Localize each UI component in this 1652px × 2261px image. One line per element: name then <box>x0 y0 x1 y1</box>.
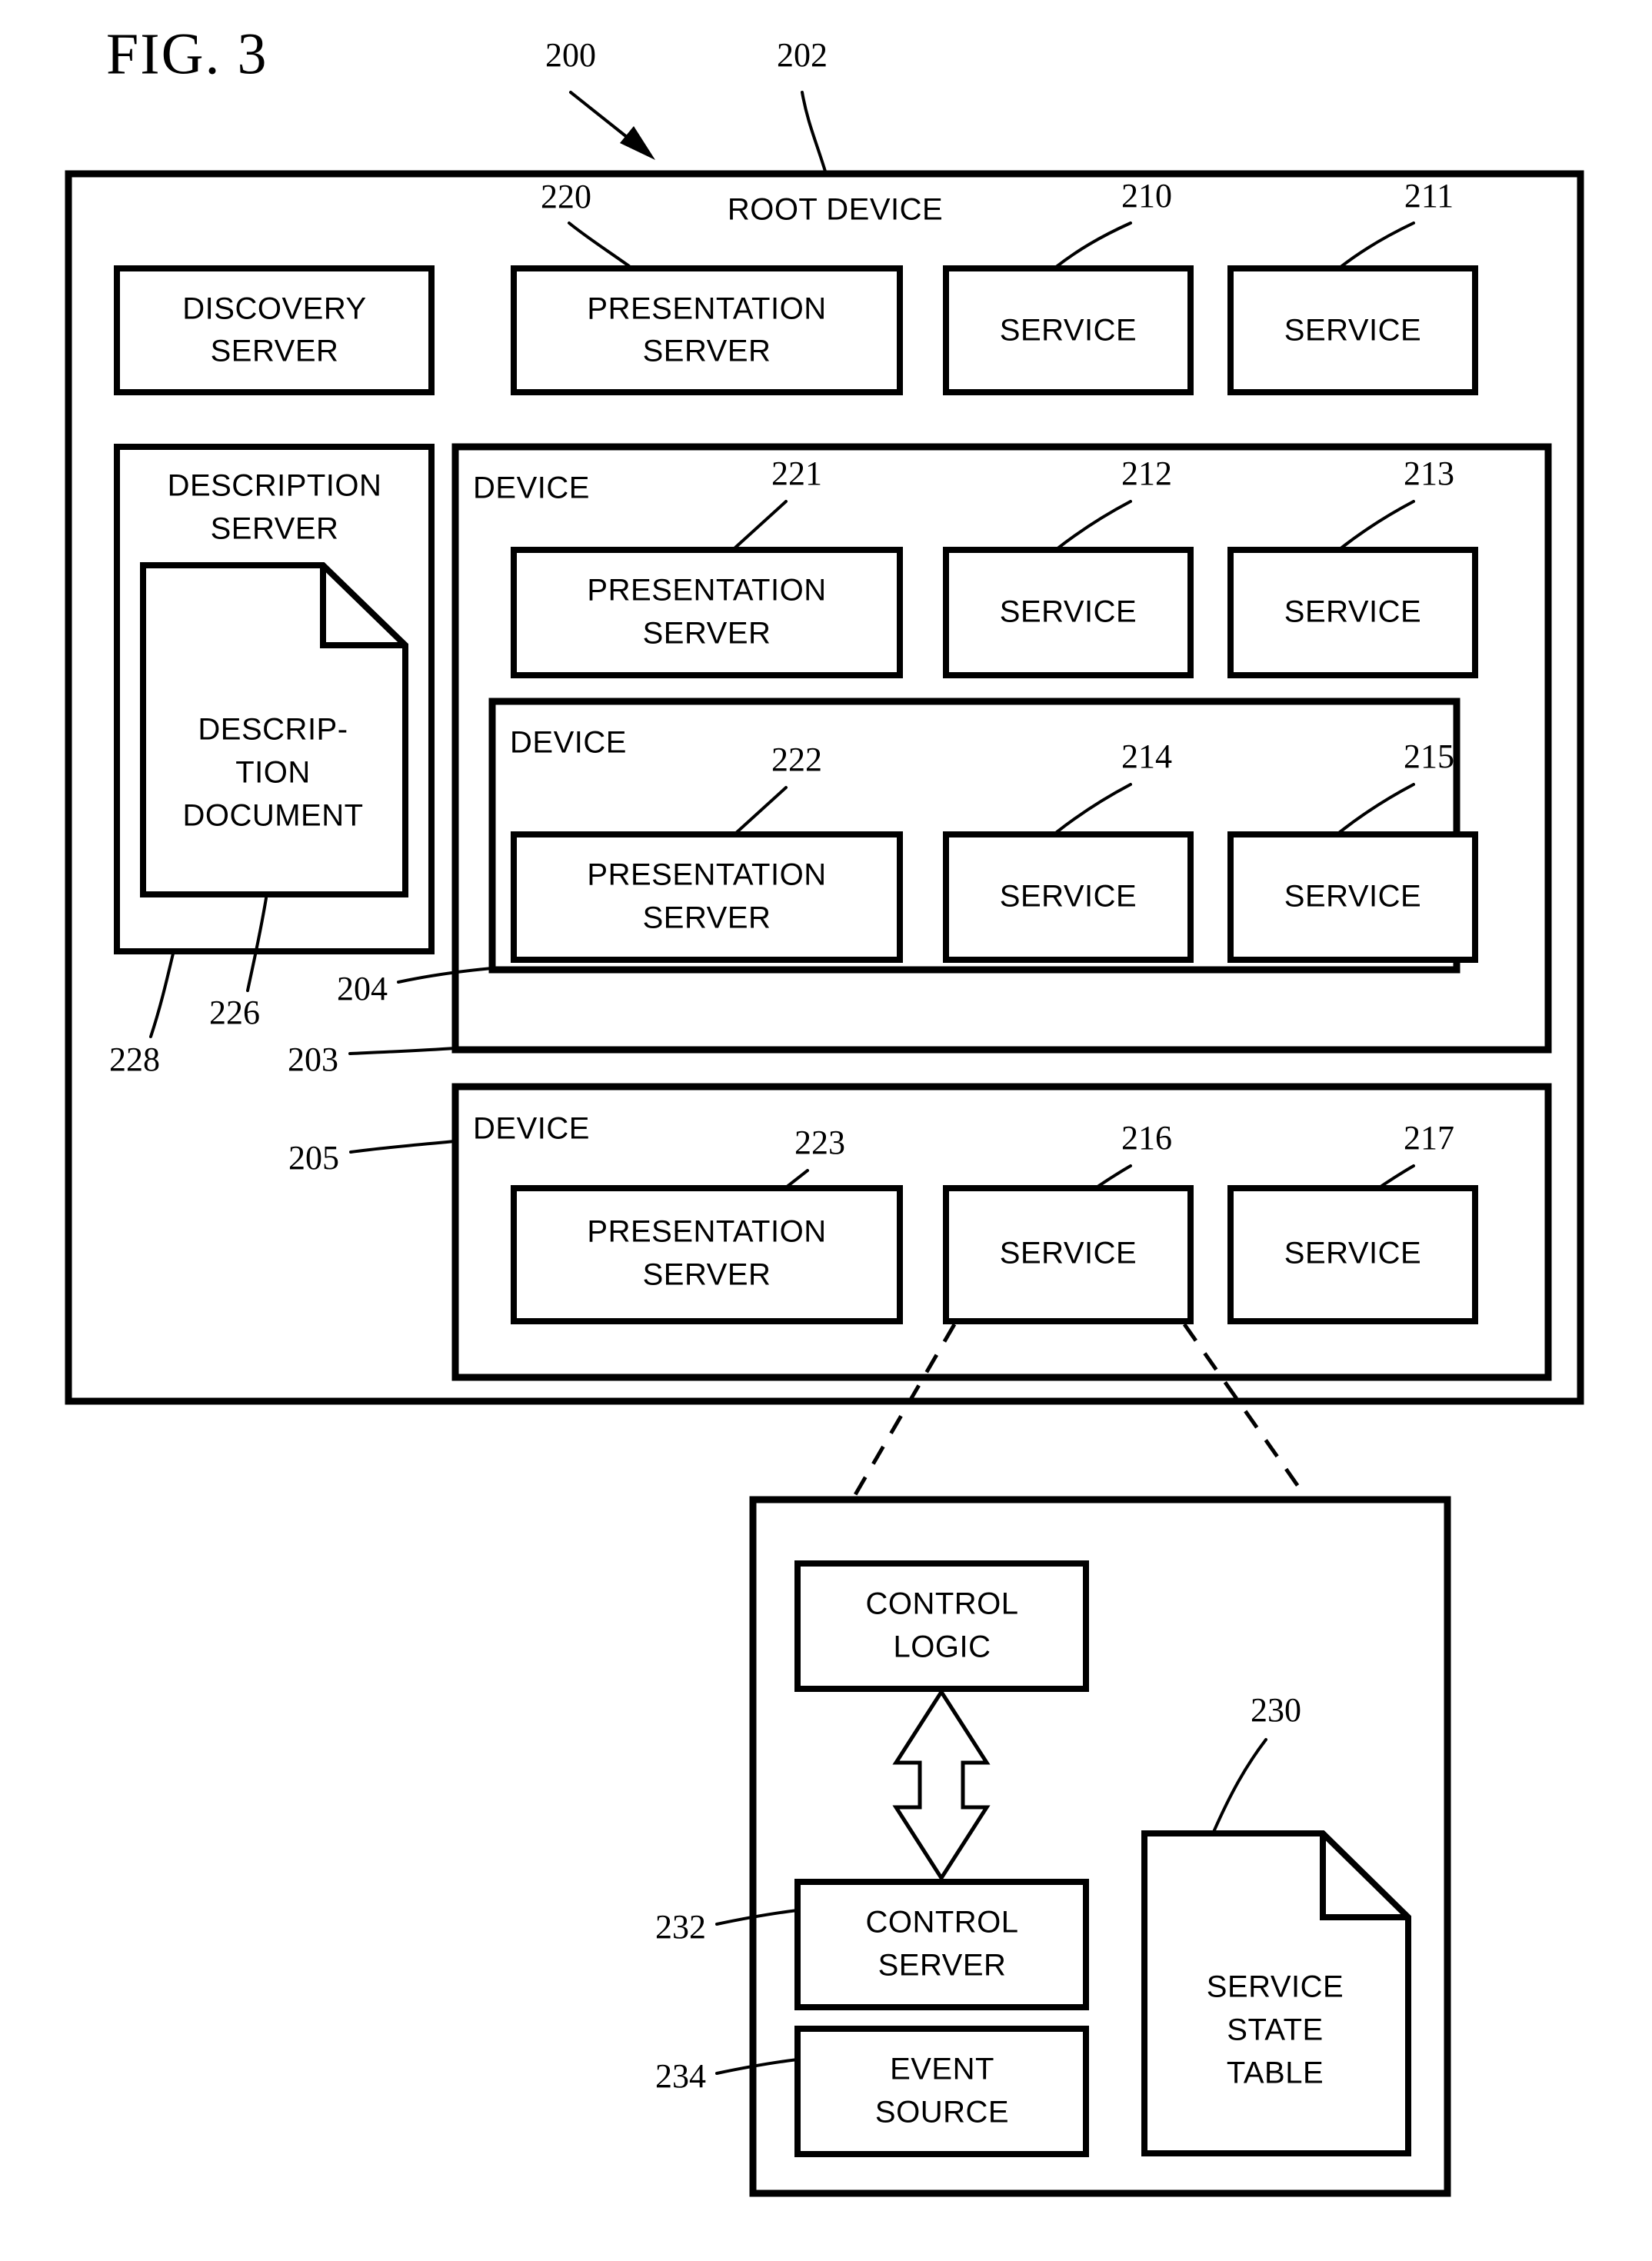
service-214-box: SERVICE <box>943 831 1194 963</box>
control-logic-label-1: CONTROL <box>865 1587 1018 1621</box>
device-203-title: DEVICE <box>473 471 590 505</box>
ref-211-label: 211 <box>1404 177 1454 215</box>
service-211-label: SERVICE <box>1284 314 1421 348</box>
device-205-title: DEVICE <box>473 1112 590 1146</box>
description-document-label-2: TION <box>235 756 311 790</box>
service-210-box: SERVICE <box>943 265 1194 395</box>
description-document-shape: DESCRIP- TION DOCUMENT <box>140 562 408 897</box>
ref-204-label: 204 <box>337 970 388 1007</box>
ref-232-label: 232 <box>655 1908 706 1946</box>
ref-213-label: 213 <box>1404 455 1454 492</box>
figure-title: FIG. 3 <box>106 22 268 86</box>
service-state-table-label-3: TABLE <box>1227 2056 1324 2090</box>
control-logic-label-2: LOGIC <box>894 1630 991 1664</box>
service-215-label: SERVICE <box>1284 880 1421 914</box>
figure-page: FIG. 3 200 202 ROOT DEVICE 220 210 211 D… <box>0 0 1652 2261</box>
presentation-server-220-label-1: PRESENTATION <box>587 292 826 326</box>
control-logic-box: CONTROL LOGIC <box>794 1560 1089 1692</box>
presentation-server-222-label-1: PRESENTATION <box>587 858 826 892</box>
event-source-box: EVENT SOURCE <box>794 2026 1089 2157</box>
ref-215-label: 215 <box>1404 738 1454 775</box>
service-215-box: SERVICE <box>1227 831 1478 963</box>
presentation-server-221-label-1: PRESENTATION <box>587 574 826 608</box>
ref-222-label: 222 <box>771 741 822 778</box>
ref-200-label: 200 <box>545 36 596 74</box>
ref-212-label: 212 <box>1121 455 1172 492</box>
ref-226-label: 226 <box>209 994 260 1031</box>
device-204-title: DEVICE <box>510 726 627 760</box>
ref-205-label: 205 <box>288 1139 339 1177</box>
patent-figure-3: FIG. 3 200 202 ROOT DEVICE 220 210 211 D… <box>65 22 1584 2197</box>
presentation-server-220-box: PRESENTATION SERVER <box>511 265 903 395</box>
service-state-table-label-2: STATE <box>1227 2013 1323 2047</box>
service-217-box: SERVICE <box>1227 1185 1478 1324</box>
ref-220-label: 220 <box>541 178 591 215</box>
ref-221-label: 221 <box>771 455 822 492</box>
service-212-box: SERVICE <box>943 547 1194 678</box>
presentation-server-220-label-2: SERVER <box>643 335 771 368</box>
ref-216-label: 216 <box>1121 1119 1172 1157</box>
service-214-label: SERVICE <box>1000 880 1137 914</box>
service-state-table-shape: SERVICE STATE TABLE <box>1141 1830 1411 2156</box>
service-213-label: SERVICE <box>1284 595 1421 629</box>
control-server-label-1: CONTROL <box>865 1906 1018 1940</box>
ref-228-label: 228 <box>109 1041 160 1078</box>
presentation-server-221-box: PRESENTATION SERVER <box>511 547 903 678</box>
ref-223-label: 223 <box>794 1124 845 1161</box>
presentation-server-221-label-2: SERVER <box>643 617 771 651</box>
ref-200-arrowhead <box>620 126 655 160</box>
presentation-server-223-label-1: PRESENTATION <box>587 1215 826 1249</box>
presentation-server-222-label-2: SERVER <box>643 901 771 935</box>
description-server-label-1: DESCRIPTION <box>168 469 382 503</box>
discovery-server-label-2: SERVER <box>211 335 339 368</box>
presentation-server-223-box: PRESENTATION SERVER <box>511 1185 903 1324</box>
discovery-server-box: DISCOVERY SERVER <box>114 265 435 395</box>
ref-234-label: 234 <box>655 2057 706 2095</box>
presentation-server-223-label-2: SERVER <box>643 1258 771 1292</box>
root-device-title: ROOT DEVICE <box>728 193 943 227</box>
ref-210-label: 210 <box>1121 177 1172 215</box>
description-document-label-3: DOCUMENT <box>182 799 363 833</box>
ref-214-label: 214 <box>1121 738 1172 775</box>
description-server-label-2: SERVER <box>211 512 339 546</box>
control-server-box: CONTROL SERVER <box>794 1879 1089 2010</box>
event-source-label-2: SOURCE <box>875 2096 1009 2129</box>
event-source-label-1: EVENT <box>890 2053 994 2086</box>
discovery-server-label-1: DISCOVERY <box>182 292 366 326</box>
service-213-box: SERVICE <box>1227 547 1478 678</box>
service-216-label: SERVICE <box>1000 1237 1137 1270</box>
control-server-label-2: SERVER <box>878 1949 1007 1983</box>
ref-200-leader: 200 <box>545 36 655 160</box>
service-217-label: SERVICE <box>1284 1237 1421 1270</box>
ref-202-label: 202 <box>777 36 828 74</box>
ref-230-label: 230 <box>1251 1691 1301 1729</box>
service-212-label: SERVICE <box>1000 595 1137 629</box>
service-210-label: SERVICE <box>1000 314 1137 348</box>
service-state-table-label-1: SERVICE <box>1207 1970 1344 2004</box>
service-211-box: SERVICE <box>1227 265 1478 395</box>
ref-202-leader: 202 <box>777 36 828 175</box>
ref-203-label: 203 <box>288 1041 338 1078</box>
description-document-label-1: DESCRIP- <box>198 713 348 747</box>
service-216-box: SERVICE <box>943 1185 1194 1324</box>
presentation-server-222-box: PRESENTATION SERVER <box>511 831 903 963</box>
ref-217-label: 217 <box>1404 1119 1454 1157</box>
